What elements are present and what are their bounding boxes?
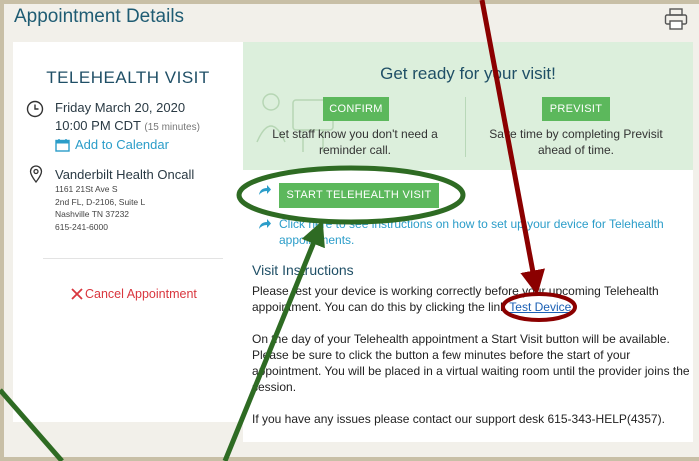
support-text: If you have any issues please contact ou… <box>252 412 665 426</box>
link-line: Click here to see instructions on how to… <box>279 217 664 231</box>
location-name: Vanderbilt Health Oncall <box>55 167 195 182</box>
instruction-text: session. <box>252 380 297 394</box>
previsit-description: ahead of time. <box>537 143 615 157</box>
start-telehealth-visit-button[interactable]: START TELEHEALTH VISIT <box>279 183 439 208</box>
link-line: appointments. <box>279 233 355 247</box>
previsit-button[interactable]: PREVISIT <box>542 97 610 121</box>
ready-title: Get ready for your visit! <box>380 64 556 83</box>
visit-instructions-heading: Visit Instructions <box>252 262 354 278</box>
appointment-summary: TELEHEALTH VISIT Friday March 20, 2020 1… <box>13 42 243 422</box>
page-title: Appointment Details <box>14 6 185 27</box>
printer-icon[interactable] <box>664 8 688 30</box>
device-setup-instructions-link[interactable]: Click here to see instructions on how to… <box>279 216 664 248</box>
appointment-duration: (15 minutes) <box>144 122 200 133</box>
instruction-text: Please be sure to click the button a few… <box>252 348 631 362</box>
instruction-text: On the day of your Telehealth appointmen… <box>252 332 670 346</box>
add-to-calendar-link[interactable]: Add to Calendar <box>75 137 169 152</box>
appointment-main: Get ready for your visit! CONFIRM Let st… <box>243 42 693 442</box>
test-device-link[interactable]: Test Device <box>509 300 571 314</box>
divider <box>465 97 466 157</box>
address-line: 1161 21St Ave S <box>55 184 118 194</box>
confirm-description: Let staff know you don't need a <box>272 127 438 141</box>
instruction-text: Please test your device is working corre… <box>252 284 659 298</box>
share-arrow-icon <box>259 219 271 229</box>
confirm-button[interactable]: CONFIRM <box>323 97 389 121</box>
cancel-appointment-link[interactable]: Cancel Appointment <box>85 287 197 301</box>
divider <box>43 258 223 259</box>
calendar-icon <box>55 139 70 152</box>
visit-type: TELEHEALTH VISIT <box>46 68 210 87</box>
clock-icon <box>26 100 44 118</box>
appointment-time: 10:00 PM CDT <box>55 118 141 133</box>
instruction-text: appointment. You will be placed in a vir… <box>252 364 690 378</box>
address-line: 2nd FL, D-2106, Suite L <box>55 196 146 207</box>
previsit-description: Save time by completing Previsit <box>489 127 663 141</box>
appointment-date: Friday March 20, 2020 <box>55 100 186 115</box>
instruction-text: appointment. You can do this by clicking… <box>252 300 507 314</box>
share-arrow-icon <box>259 185 271 195</box>
confirm-description: reminder call. <box>318 143 392 157</box>
close-icon <box>71 288 83 300</box>
address-line: Nashville TN 37232 <box>55 209 130 219</box>
location-pin-icon <box>29 165 43 183</box>
get-ready-banner: Get ready for your visit! CONFIRM Let st… <box>243 42 693 170</box>
address-phone: 615-241-6000 <box>55 221 108 232</box>
